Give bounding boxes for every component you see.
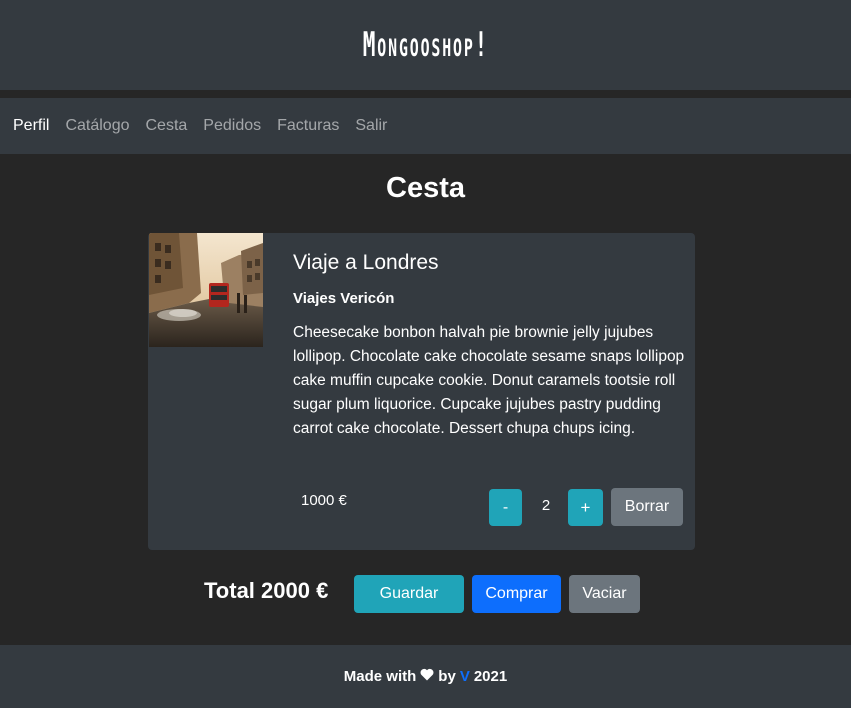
item-vendor: Viajes Vericón <box>293 290 395 307</box>
item-title: Viaje a Londres <box>293 251 439 274</box>
nav-item-pedidos[interactable]: Pedidos <box>203 117 261 135</box>
buy-button[interactable]: Comprar <box>472 575 561 613</box>
decrement-quantity-button[interactable]: - <box>489 489 522 526</box>
save-cart-button[interactable]: Guardar <box>354 575 464 613</box>
item-quantity: 2 <box>541 497 551 514</box>
footer-year: 2021 <box>473 668 508 685</box>
delete-item-button[interactable]: Borrar <box>611 488 683 526</box>
item-description: Cheesecake bonbon halvah pie brownie jel… <box>293 324 685 437</box>
page-title: Cesta <box>386 172 465 204</box>
product-image <box>149 233 263 347</box>
nav-item-perfil[interactable]: Perfil <box>13 117 49 135</box>
footer-by: by <box>438 668 456 685</box>
main-navbar: Perfil Catálogo Cesta Pedidos Facturas S… <box>0 98 851 154</box>
nav-item-catalogo[interactable]: Catálogo <box>65 117 129 135</box>
empty-cart-button[interactable]: Vaciar <box>569 575 640 613</box>
nav-item-salir[interactable]: Salir <box>355 117 387 135</box>
nav-item-facturas[interactable]: Facturas <box>277 117 339 135</box>
item-price: 1000 € <box>301 492 347 509</box>
site-footer: Made with by V 2021 <box>0 645 851 708</box>
increment-quantity-button[interactable]: + <box>568 489 603 526</box>
cart-total: Total 2000 € <box>204 578 329 603</box>
footer-made-with: Made with <box>343 668 417 685</box>
nav-item-cesta[interactable]: Cesta <box>146 117 188 135</box>
cart-item-card: Viaje a Londres Viajes Vericón Cheesecak… <box>148 233 695 550</box>
footer-author-link[interactable]: V <box>460 668 470 685</box>
brand-logo[interactable]: Mongooshop! <box>362 25 488 65</box>
site-header: Mongooshop! <box>0 0 851 90</box>
heart-icon <box>420 668 434 685</box>
